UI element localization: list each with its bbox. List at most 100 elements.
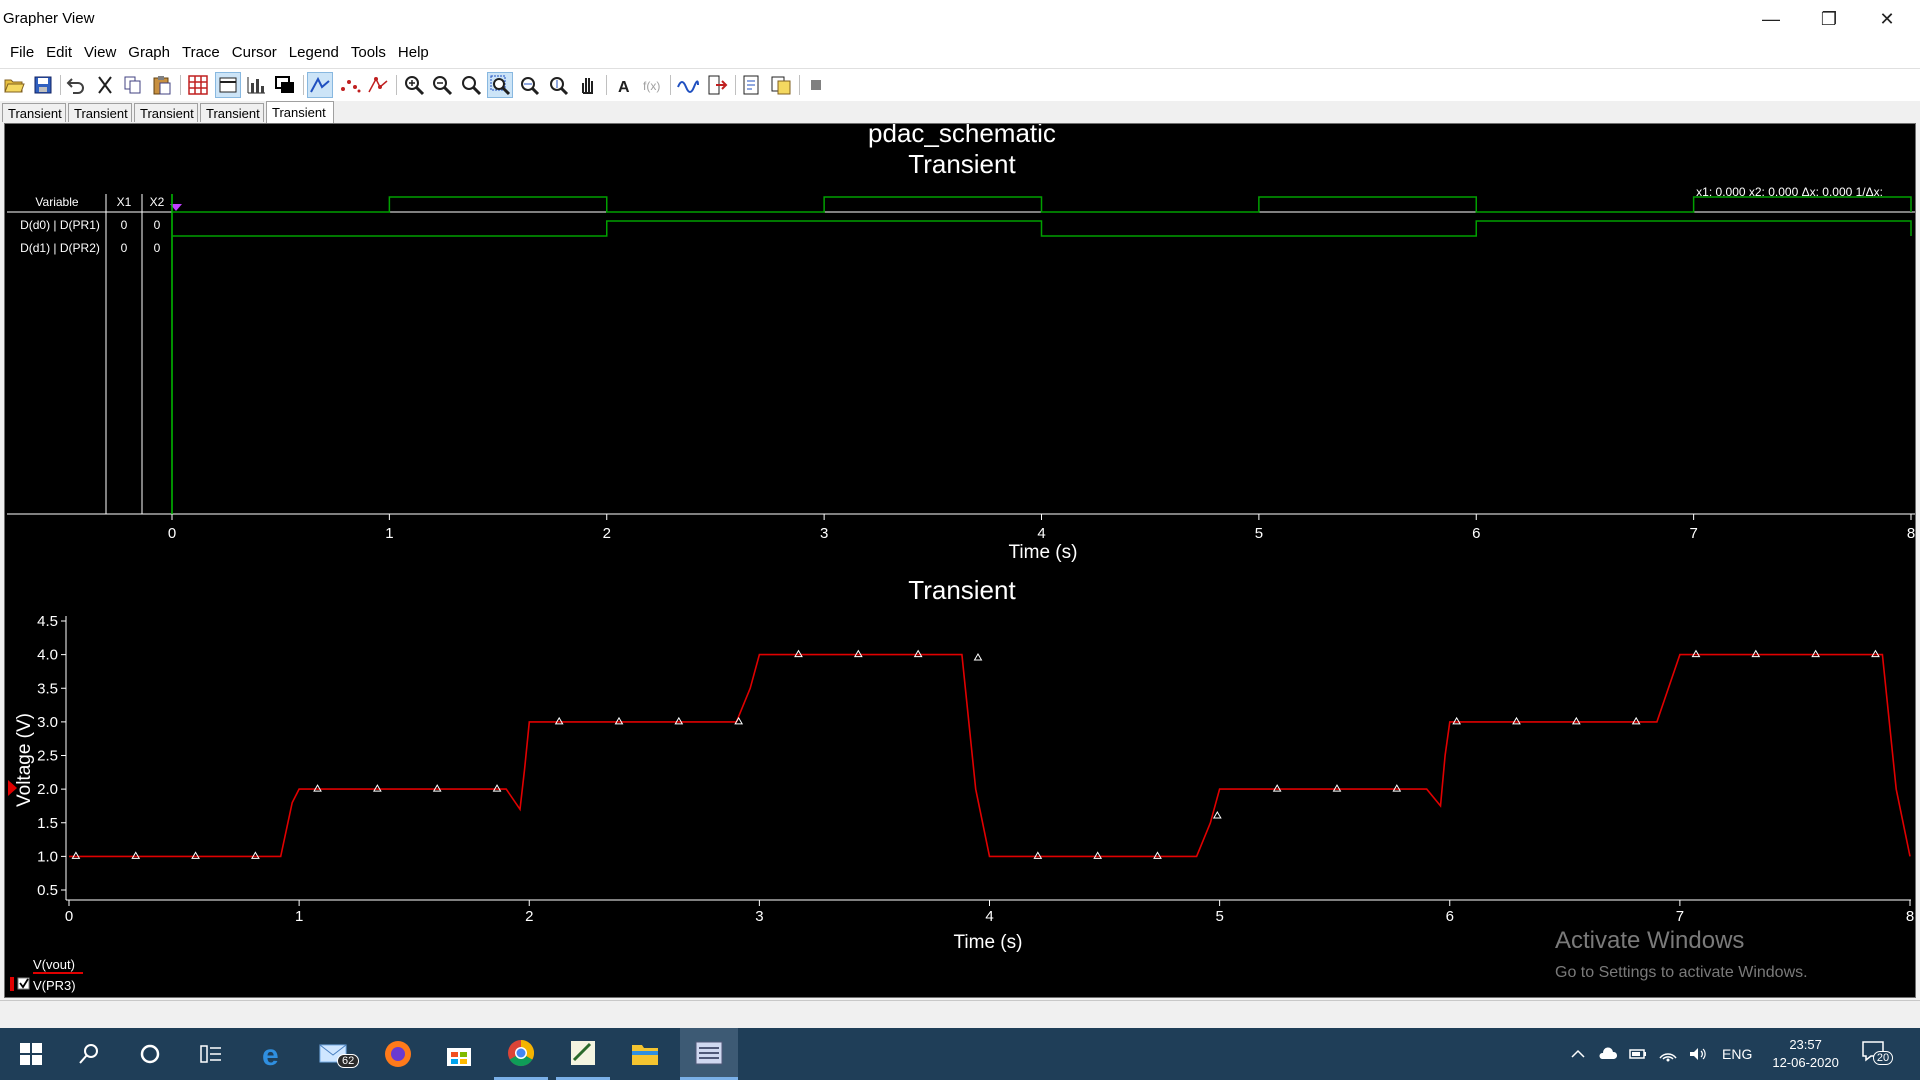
plot-window[interactable]: pdac_schematic Transient x1: 0.000 x2: 0… [4, 123, 1916, 998]
taskbar-grapher[interactable] [680, 1028, 738, 1080]
overlay-window-icon[interactable] [273, 73, 297, 97]
taskbar-file-explorer[interactable] [618, 1028, 672, 1080]
vout-trace[interactable] [69, 653, 1911, 858]
paste-icon[interactable] [150, 73, 174, 97]
cortana-button[interactable] [123, 1028, 177, 1080]
cloud-icon[interactable] [1598, 1046, 1618, 1062]
zoom-fit-icon[interactable] [459, 73, 483, 97]
file-explorer-icon [632, 1045, 658, 1065]
menu-tools[interactable]: Tools [345, 38, 392, 68]
digital-x-tick-label-0: 0 [168, 525, 176, 542]
cut-icon[interactable] [93, 73, 117, 97]
start-button[interactable] [4, 1028, 58, 1080]
tab-transient-3[interactable]: Transient [134, 103, 198, 122]
analog-y-tick-label-6: 3.5 [37, 680, 58, 697]
restore-button[interactable]: ❐ [1800, 0, 1858, 38]
row-d0-name[interactable]: D(d0) | D(PR1) [20, 218, 100, 232]
waveform-icon[interactable] [676, 73, 700, 97]
print-preview-icon[interactable] [740, 73, 764, 97]
copy-icon[interactable] [121, 73, 145, 97]
volume-icon[interactable] [1688, 1046, 1708, 1062]
text-annotation-icon[interactable]: A [612, 73, 636, 97]
row-d1-name[interactable]: D(d1) | D(PR2) [20, 241, 100, 255]
open-file-icon[interactable] [2, 73, 26, 97]
menu-trace[interactable]: Trace [176, 38, 226, 68]
line-markers-icon[interactable] [366, 73, 390, 97]
taskbar-store[interactable] [432, 1028, 486, 1080]
save-icon[interactable] [31, 73, 55, 97]
plot-canvas[interactable]: pdac_schematic Transient x1: 0.000 x2: 0… [5, 124, 1915, 997]
wifi-icon[interactable] [1658, 1046, 1678, 1062]
search-button[interactable] [62, 1028, 116, 1080]
store-icon [447, 1048, 471, 1066]
digital-x-tick-label-1: 1 [385, 525, 393, 542]
row-d0-x1: 0 [121, 218, 128, 232]
line-plot-icon[interactable] [307, 72, 333, 98]
histogram-icon[interactable] [244, 73, 268, 97]
minimize-button[interactable]: — [1742, 0, 1800, 38]
battery-icon[interactable] [1628, 1046, 1648, 1062]
tab-transient-2[interactable]: Transient [68, 103, 132, 122]
export-icon[interactable] [705, 73, 729, 97]
clock-time: 23:57 [1789, 1037, 1822, 1052]
clock[interactable]: 23:57 12-06-2020 [1772, 1036, 1839, 1072]
svg-text:f(x): f(x) [643, 79, 660, 93]
taskbar-firefox[interactable] [371, 1028, 425, 1080]
pan-hand-icon[interactable] [576, 73, 600, 97]
menu-bar: File Edit View Graph Trace Cursor Legend Tools H… [0, 38, 1920, 69]
stop-icon[interactable] [804, 73, 828, 97]
analog-x-tick-label-7: 7 [1676, 908, 1684, 925]
show-hidden-icons-icon[interactable] [1570, 1046, 1586, 1062]
undo-icon[interactable] [64, 73, 88, 97]
menu-cursor[interactable]: Cursor [226, 38, 283, 68]
task-view-button[interactable] [184, 1028, 238, 1080]
trace-marker-16 [1033, 851, 1043, 859]
trace-marker-12 [794, 649, 803, 658]
tab-transient-5[interactable]: Transient [266, 101, 334, 123]
taskbar-edge[interactable]: e [247, 1028, 301, 1080]
trace-marker-24 [1512, 716, 1521, 725]
tab-transient-1[interactable]: Transient [2, 103, 66, 122]
trace-marker-7 [492, 784, 502, 792]
activate-windows-title: Activate Windows [1555, 927, 1744, 954]
menu-file[interactable]: File [4, 38, 40, 68]
axis-settings-icon[interactable] [215, 72, 241, 98]
trace-marker-6 [432, 784, 442, 792]
menu-graph[interactable]: Graph [122, 38, 176, 68]
taskbar-chrome[interactable] [494, 1028, 548, 1080]
trace-marker-28 [1751, 649, 1761, 658]
trace-marker-29 [1811, 649, 1821, 658]
digital-trace-1[interactable] [172, 220, 1912, 237]
tab-transient-4[interactable]: Transient [200, 103, 264, 122]
analog-y-tick-label-4: 2.5 [37, 748, 58, 765]
scatter-plot-icon[interactable] [338, 73, 362, 97]
close-button[interactable]: ✕ [1858, 0, 1916, 38]
legend-vout[interactable]: V(vout) [33, 957, 75, 972]
graph-tabs: Transient Transient Transient Transient … [0, 101, 1920, 123]
legend-pr3[interactable]: V(PR3) [33, 978, 76, 993]
menu-legend[interactable]: Legend [283, 38, 345, 68]
analog-plot-title: Transient [908, 575, 1016, 605]
trace-marker-26 [1631, 716, 1641, 725]
menu-help[interactable]: Help [392, 38, 435, 68]
zoom-in-icon[interactable] [402, 73, 426, 97]
zoom-out-icon[interactable] [430, 73, 454, 97]
trace-marker-23 [1452, 716, 1462, 725]
language-indicator[interactable]: ENG [1722, 1046, 1752, 1062]
zoom-x-icon[interactable] [517, 73, 541, 97]
menu-view[interactable]: View [78, 38, 122, 68]
analog-x-tick-label-6: 6 [1446, 908, 1454, 925]
taskbar-mail[interactable]: 62 [309, 1028, 363, 1080]
zoom-area-icon[interactable] [487, 72, 513, 98]
action-center-button[interactable]: 20 [1861, 1039, 1894, 1069]
digital-trace-0[interactable] [172, 196, 1912, 213]
trace-marker-18 [1153, 851, 1162, 859]
copy-graph-icon[interactable] [769, 73, 793, 97]
formula-icon[interactable]: f(x) [640, 73, 664, 97]
cortana-icon [140, 1044, 160, 1064]
menu-edit[interactable]: Edit [40, 38, 78, 68]
status-bar [0, 1000, 1920, 1029]
zoom-y-icon[interactable] [546, 73, 570, 97]
grid-icon[interactable] [186, 73, 210, 97]
taskbar-editor[interactable] [556, 1028, 610, 1080]
